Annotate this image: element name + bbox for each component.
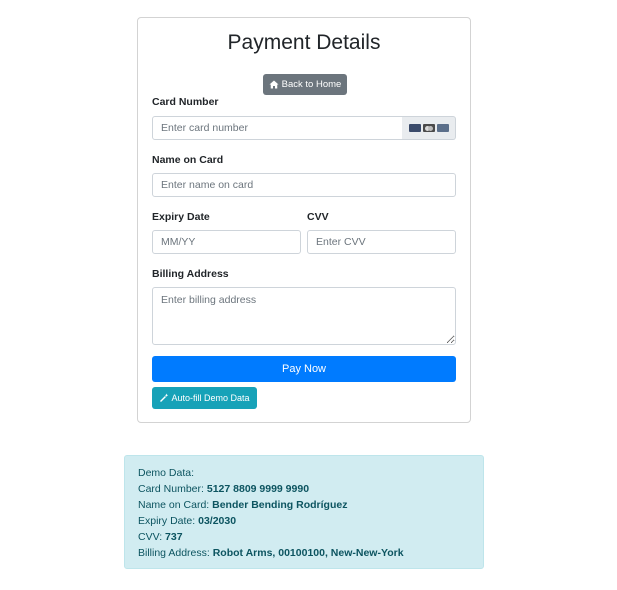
expiry-date-label: Expiry Date <box>152 211 210 223</box>
demo-row-value: 03/2030 <box>198 515 237 527</box>
demo-row-card-number: Card Number: 5127 8809 9999 9990 <box>138 481 470 497</box>
card-number-label: Card Number <box>152 96 219 108</box>
name-on-card-label: Name on Card <box>152 154 224 166</box>
demo-data-alert: Demo Data: Card Number: 5127 8809 9999 9… <box>124 455 484 569</box>
expiry-date-input[interactable] <box>152 230 301 254</box>
billing-address-label: Billing Address <box>152 268 229 280</box>
mastercard-icon <box>422 124 435 132</box>
magic-wand-icon <box>160 393 169 402</box>
card-brands-addon <box>402 116 456 140</box>
demo-data-heading: Demo Data: <box>138 467 195 479</box>
cvv-label: CVV <box>307 211 329 223</box>
autofill-demo-label: Auto-fill Demo Data <box>171 393 250 403</box>
visa-icon <box>408 124 421 132</box>
demo-row-label: CVV: <box>138 531 166 543</box>
demo-row-value: Bender Bending Rodríguez <box>212 499 348 511</box>
demo-row-label: Name on Card: <box>138 499 213 511</box>
demo-row-billing-address: Billing Address: Robot Arms, 00100100, N… <box>138 545 470 561</box>
back-to-home-button[interactable]: Back to Home <box>263 74 347 95</box>
demo-row-value: Robot Arms, 00100100, New-New-York <box>212 547 404 559</box>
name-on-card-input[interactable] <box>152 173 456 197</box>
demo-row-label: Expiry Date: <box>138 515 199 527</box>
home-icon <box>269 80 279 89</box>
demo-row-label: Card Number: <box>138 483 207 495</box>
page-title: Payment Details <box>227 31 381 54</box>
demo-row-expiry-date: Expiry Date: 03/2030 <box>138 513 470 529</box>
demo-row-label: Billing Address: <box>138 547 213 559</box>
autofill-demo-button[interactable]: Auto-fill Demo Data <box>152 387 257 409</box>
billing-address-input[interactable] <box>152 287 456 345</box>
pay-now-button[interactable]: Pay Now <box>152 356 456 382</box>
back-to-home-label: Back to Home <box>281 79 342 90</box>
demo-row-cvv: CVV: 737 <box>138 529 470 545</box>
card-number-input[interactable] <box>152 116 403 140</box>
demo-row-value: 5127 8809 9999 9990 <box>206 483 310 495</box>
amex-icon <box>436 124 449 132</box>
demo-row-name-on-card: Name on Card: Bender Bending Rodríguez <box>138 497 470 513</box>
cvv-input[interactable] <box>307 230 456 254</box>
demo-row-value: 737 <box>165 531 183 543</box>
